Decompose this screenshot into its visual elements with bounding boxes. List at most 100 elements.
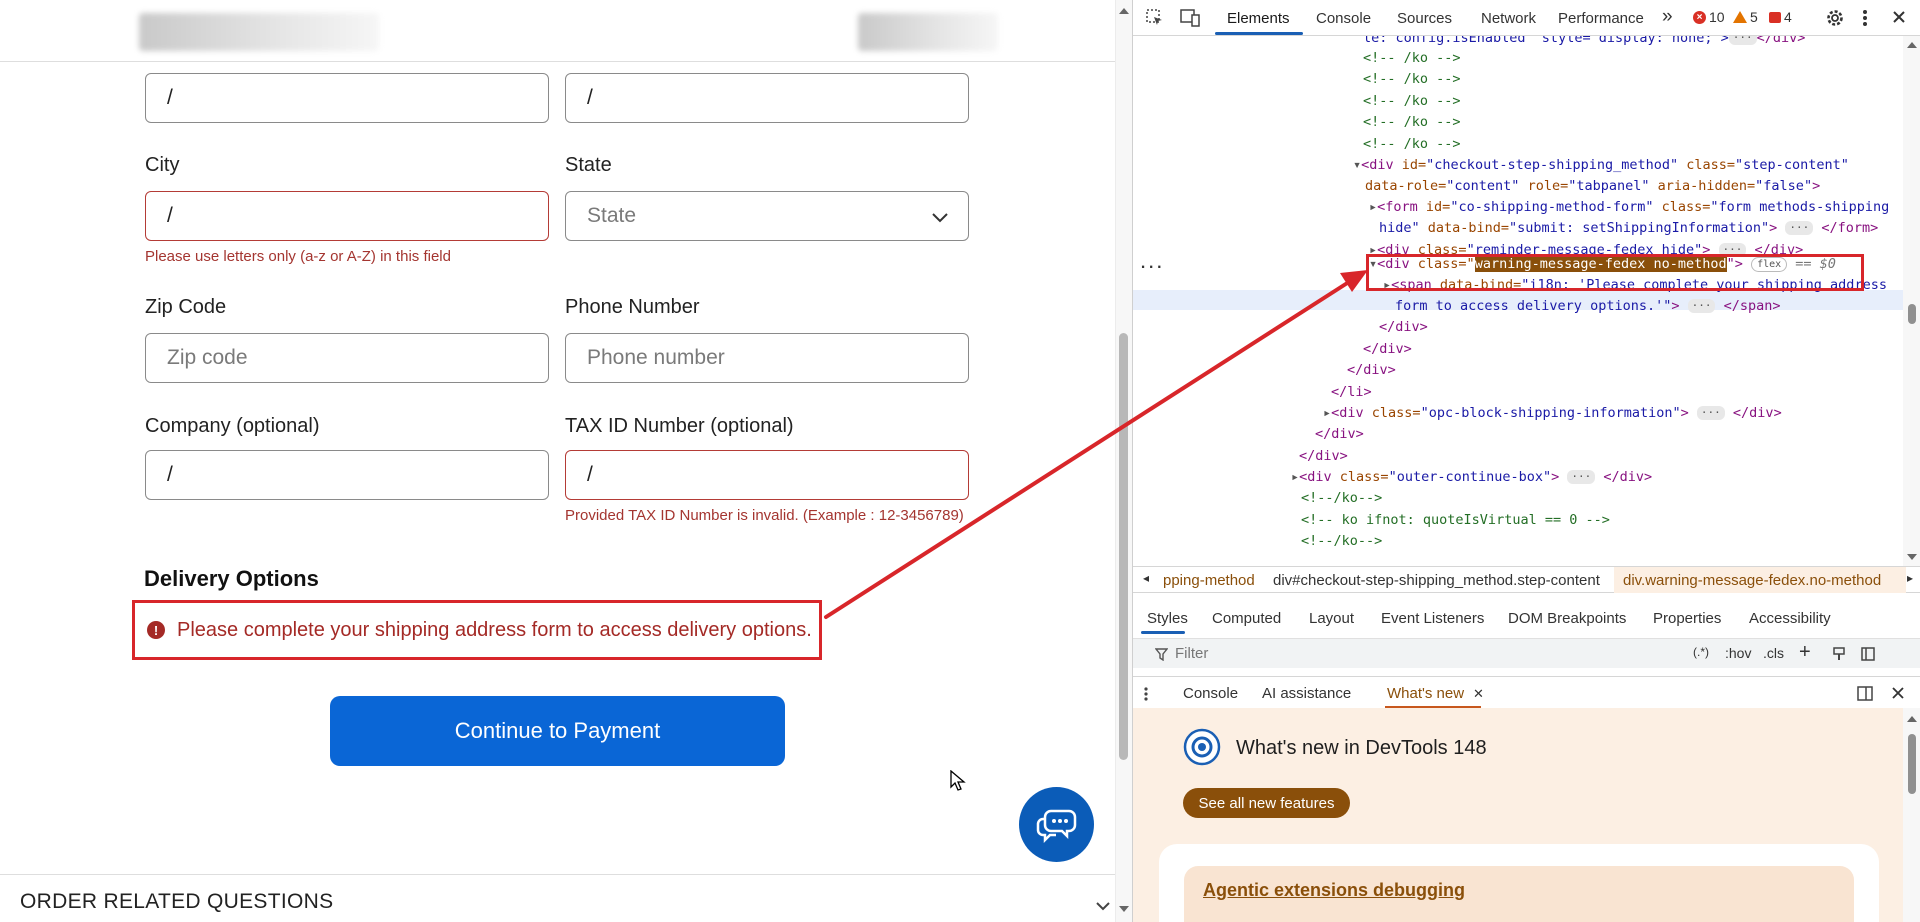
breadcrumb: ◂ pping-method div#checkout-step-shippin…: [1133, 566, 1920, 593]
page-scroll-thumb[interactable]: [1119, 333, 1128, 760]
address-line-2-input[interactable]: /: [565, 73, 969, 123]
tax-id-error: Provided TAX ID Number is invalid. (Exam…: [565, 507, 964, 524]
dom-comment[interactable]: <!-- /ko -->: [1363, 112, 1461, 132]
tax-id-input[interactable]: /: [565, 450, 969, 500]
dom-scrollbar[interactable]: [1903, 36, 1920, 566]
zip-input[interactable]: Zip code: [145, 333, 549, 383]
dom-line[interactable]: </div>: [1299, 446, 1348, 466]
dom-line[interactable]: data-role="content" role="tabpanel" aria…: [1365, 176, 1820, 196]
address-line-input[interactable]: /: [145, 73, 549, 123]
regex-toggle[interactable]: (.*): [1693, 645, 1709, 659]
warning-count[interactable]: 5: [1733, 9, 1758, 25]
dom-comment[interactable]: <!--/ko-->: [1301, 488, 1382, 508]
continue-to-payment-button[interactable]: Continue to Payment: [330, 696, 785, 766]
dom-tree[interactable]: le: config.isEnabled" style="display: no…: [1133, 36, 1903, 566]
dom-line-outer-continue[interactable]: ▸<div class="outer-continue-box"> ··· </…: [1291, 467, 1652, 487]
drawer-tab-whats-new[interactable]: What's new: [1387, 685, 1464, 702]
dom-line-opc-block[interactable]: ▸<div class="opc-block-shipping-informat…: [1323, 403, 1782, 423]
styles-filter-bar[interactable]: Filter (.*) :hov .cls +: [1133, 638, 1920, 668]
blurred-header-right: [858, 13, 998, 51]
scroll-down-icon[interactable]: [1907, 554, 1917, 560]
drawer-tab-ai-assistance[interactable]: AI assistance: [1262, 685, 1351, 702]
dom-line[interactable]: </li>: [1331, 382, 1372, 402]
feature-card-link[interactable]: Agentic extensions debugging: [1203, 880, 1465, 901]
see-all-features-button[interactable]: See all new features: [1183, 788, 1350, 818]
inspect-icon[interactable]: [1145, 8, 1165, 28]
scroll-up-icon[interactable]: [1907, 42, 1917, 48]
scroll-up-icon[interactable]: [1119, 8, 1129, 14]
phone-input[interactable]: Phone number: [565, 333, 969, 383]
order-questions-heading[interactable]: ORDER RELATED QUESTIONS: [20, 890, 333, 914]
dom-line[interactable]: </div>: [1379, 317, 1428, 337]
breadcrumb-item[interactable]: pping-method: [1163, 572, 1255, 589]
mouse-cursor-icon: [950, 770, 966, 791]
tab-accessibility[interactable]: Accessibility: [1749, 610, 1831, 627]
dock-icon[interactable]: [1857, 686, 1873, 701]
dom-line[interactable]: form to access delivery options.'"> ··· …: [1395, 296, 1781, 316]
dom-line-form[interactable]: ▸<form id="co-shipping-method-form" clas…: [1369, 197, 1889, 217]
tab-sources[interactable]: Sources: [1397, 10, 1452, 27]
add-rule-icon[interactable]: +: [1799, 641, 1811, 664]
device-toolbar-icon[interactable]: [1179, 8, 1201, 28]
drawer-scrollbar[interactable]: [1903, 708, 1920, 922]
class-toggle[interactable]: .cls: [1763, 645, 1784, 661]
dom-line[interactable]: </div>: [1315, 424, 1364, 444]
dom-line[interactable]: hide" data-bind="submit: setShippingInfo…: [1379, 218, 1878, 238]
alert-icon: !: [147, 621, 165, 639]
issue-count[interactable]: 4: [1769, 9, 1792, 25]
company-input[interactable]: /: [145, 450, 549, 500]
tab-console[interactable]: Console: [1316, 10, 1371, 27]
drawer-scroll-thumb[interactable]: [1908, 734, 1916, 794]
tab-dom-breakpoints[interactable]: DOM Breakpoints: [1508, 610, 1626, 627]
page-scrollbar[interactable]: [1115, 0, 1132, 922]
dom-line-step-content[interactable]: ▾<div id="checkout-step-shipping_method"…: [1353, 155, 1849, 175]
dom-comment[interactable]: <!-- /ko -->: [1363, 134, 1461, 154]
state-select[interactable]: State: [565, 191, 969, 241]
error-count[interactable]: × 10: [1693, 9, 1725, 25]
kebab-menu-icon[interactable]: [1861, 8, 1869, 28]
whats-new-title: What's new in DevTools 148: [1236, 737, 1487, 759]
tab-elements[interactable]: Elements: [1227, 10, 1290, 27]
close-icon[interactable]: ✕: [1473, 686, 1484, 702]
breadcrumb-scroll-right-icon[interactable]: ▸: [1907, 571, 1913, 585]
breadcrumb-scroll-left-icon[interactable]: ◂: [1143, 571, 1149, 585]
scroll-up-icon[interactable]: [1907, 716, 1917, 722]
breadcrumb-item-active[interactable]: div.warning-message-fedex.no-method: [1623, 572, 1881, 589]
tab-network[interactable]: Network: [1481, 10, 1536, 27]
sidebar-toggle-icon[interactable]: [1861, 647, 1875, 661]
city-error: Please use letters only (a-z or A-Z) in …: [145, 248, 451, 265]
tab-properties[interactable]: Properties: [1653, 610, 1721, 627]
close-icon[interactable]: [1891, 9, 1907, 25]
filter-input[interactable]: Filter: [1175, 645, 1208, 662]
chat-button[interactable]: [1019, 787, 1094, 862]
breadcrumb-item[interactable]: div#checkout-step-shipping_method.step-c…: [1273, 572, 1600, 589]
dom-line[interactable]: </div>: [1347, 360, 1396, 380]
dom-line[interactable]: </div>: [1363, 339, 1412, 359]
dom-comment[interactable]: <!-- ko ifnot: quoteIsVirtual == 0 -->: [1301, 510, 1610, 530]
more-tabs-icon[interactable]: »: [1662, 6, 1673, 28]
tab-layout[interactable]: Layout: [1309, 610, 1354, 627]
gear-icon[interactable]: [1825, 8, 1845, 28]
tab-event-listeners[interactable]: Event Listeners: [1381, 610, 1484, 627]
dom-scroll-thumb[interactable]: [1908, 304, 1916, 324]
tab-performance[interactable]: Performance: [1558, 10, 1644, 27]
chevron-down-icon[interactable]: [1094, 897, 1112, 915]
scroll-down-icon[interactable]: [1119, 906, 1129, 912]
dom-comment[interactable]: <!-- /ko -->: [1363, 69, 1461, 89]
dom-line[interactable]: le: config.isEnabled" style="display: no…: [1363, 36, 1805, 48]
phone-placeholder: Phone number: [587, 346, 725, 369]
dom-comment[interactable]: <!-- /ko -->: [1363, 91, 1461, 111]
dom-gutter-ellipsis[interactable]: ...: [1139, 254, 1163, 274]
drawer-tab-console[interactable]: Console: [1183, 685, 1238, 702]
tax-id-value: /: [587, 463, 593, 486]
filter-icon: [1155, 648, 1168, 661]
close-drawer-icon[interactable]: [1891, 686, 1905, 700]
hover-state-toggle[interactable]: :hov: [1725, 645, 1751, 661]
tab-styles[interactable]: Styles: [1147, 610, 1188, 627]
dom-comment[interactable]: <!-- /ko -->: [1363, 48, 1461, 68]
kebab-menu-icon[interactable]: [1143, 686, 1149, 702]
city-input[interactable]: /: [145, 191, 549, 241]
tab-computed[interactable]: Computed: [1212, 610, 1281, 627]
paint-icon[interactable]: [1833, 647, 1847, 661]
dom-comment[interactable]: <!--/ko-->: [1301, 531, 1382, 551]
